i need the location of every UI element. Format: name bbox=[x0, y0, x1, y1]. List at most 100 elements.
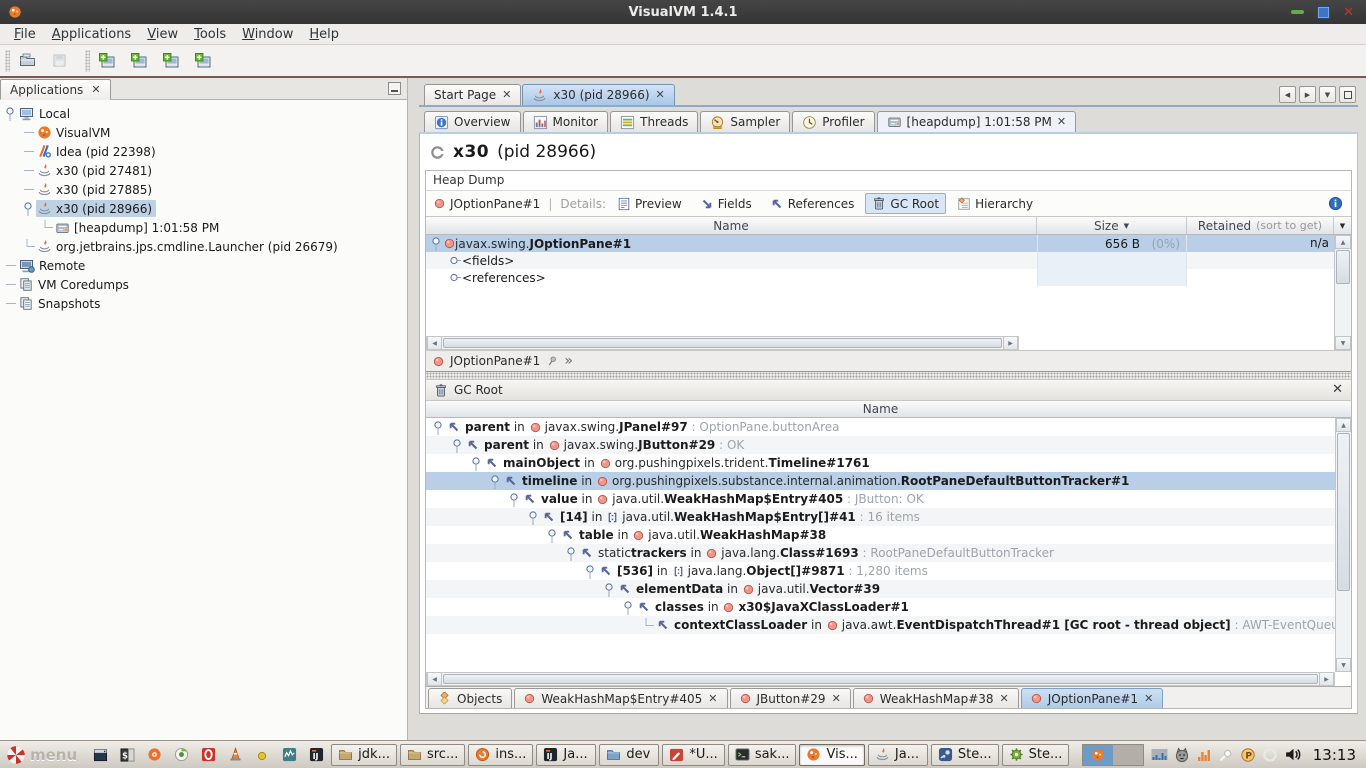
collapse-handle[interactable] bbox=[22, 201, 35, 216]
tree-row[interactable]: [heapdump] 1:01:58 PM bbox=[0, 218, 407, 237]
menu-tools[interactable]: Tools bbox=[186, 26, 234, 43]
scrollbar-track[interactable] bbox=[442, 337, 1003, 349]
taskbar-window-button[interactable]: *U... bbox=[662, 744, 724, 766]
collapse-handle[interactable] bbox=[565, 546, 578, 561]
vertical-scrollbar[interactable]: ▲▼ bbox=[1334, 235, 1351, 350]
tray-plug[interactable] bbox=[1218, 747, 1234, 763]
gc-tree-row[interactable]: parent in javax.swing.JPanel#97 : Option… bbox=[426, 418, 1335, 436]
maximize-view-button[interactable] bbox=[1339, 86, 1356, 103]
menu-help[interactable]: Help bbox=[301, 26, 347, 43]
view-tab-profiler[interactable]: Profiler bbox=[792, 111, 874, 132]
taskbar-window-button[interactable]: ins... bbox=[468, 744, 533, 766]
object-table-row[interactable]: <references> bbox=[426, 269, 1334, 286]
view-tab-monitor[interactable]: Monitor bbox=[523, 111, 609, 132]
tray-tray-chart[interactable] bbox=[1151, 747, 1168, 762]
close-gc-root-button[interactable]: ✕ bbox=[1332, 384, 1343, 396]
gc-tree-row[interactable]: timeline in org.pushingpixels.substance.… bbox=[426, 472, 1335, 490]
close-tab-icon[interactable]: ✕ bbox=[832, 694, 841, 704]
taskbar-window-button[interactable]: Ste... bbox=[1002, 744, 1070, 766]
tree-row[interactable]: Idea (pid 22398) bbox=[0, 142, 407, 161]
taskbar-window-button[interactable]: Ja... bbox=[868, 744, 928, 766]
tray-cat[interactable] bbox=[1174, 747, 1190, 763]
close-panel-icon[interactable]: ✕ bbox=[91, 85, 100, 95]
column-header-name[interactable]: Name bbox=[426, 217, 1037, 234]
close-tab-icon[interactable]: ✕ bbox=[1057, 117, 1066, 127]
taskbar-window-button[interactable]: Ste... bbox=[931, 744, 999, 766]
scroll-left-arrow[interactable]: ◀ bbox=[427, 337, 442, 349]
column-selector-button[interactable]: ▼ bbox=[1334, 217, 1351, 234]
menu-file[interactable]: File bbox=[6, 26, 44, 43]
launcher-opera[interactable] bbox=[196, 743, 220, 767]
tray-histogram[interactable] bbox=[1196, 747, 1212, 762]
preview-button[interactable]: Preview bbox=[610, 194, 689, 214]
collapse-handle[interactable] bbox=[527, 510, 540, 525]
gc-tree-row[interactable]: elementData in java.util.Vector#39 bbox=[426, 580, 1335, 598]
scroll-down-arrow[interactable]: ▼ bbox=[1335, 336, 1351, 350]
panel-splitter[interactable] bbox=[408, 78, 419, 740]
result-tab-joptionpane-1[interactable]: JOptionPane#1✕ bbox=[1021, 688, 1164, 708]
scroll-up-arrow[interactable]: ▲ bbox=[1336, 418, 1351, 432]
launcher-terminal-light[interactable]: $ bbox=[115, 743, 139, 767]
launcher-wave[interactable] bbox=[277, 743, 301, 767]
object-table-row[interactable]: <fields> bbox=[426, 252, 1334, 269]
horizontal-splitter[interactable] bbox=[426, 372, 1351, 380]
tree-item[interactable]: x30 (pid 27885) bbox=[36, 181, 156, 198]
tree-item[interactable]: x30 (pid 27481) bbox=[36, 162, 156, 179]
applications-panel-tab[interactable]: Applications ✕ bbox=[0, 79, 111, 100]
hierarchy-button[interactable]: Hierarchy bbox=[950, 194, 1040, 214]
gc-root-button[interactable]: GC Root bbox=[865, 193, 946, 214]
collapse-handle[interactable] bbox=[489, 474, 502, 489]
column-header-size[interactable]: Size▼ bbox=[1037, 217, 1187, 234]
collapse-handle[interactable] bbox=[584, 564, 597, 579]
tree-row[interactable]: Remote bbox=[0, 256, 407, 275]
taskbar-window-button[interactable]: IJJa... bbox=[536, 744, 596, 766]
minimize-window-button[interactable] bbox=[1291, 10, 1304, 14]
volume-icon[interactable] bbox=[1284, 746, 1303, 763]
launcher-dot[interactable] bbox=[250, 743, 274, 767]
view-tab-sampler[interactable]: Sampler bbox=[700, 111, 790, 132]
tab-list-button[interactable]: ▼ bbox=[1319, 86, 1336, 103]
collapse-handle[interactable] bbox=[4, 106, 17, 121]
tree-item[interactable]: x30 (pid 28966) bbox=[36, 200, 156, 217]
tray-ring-light[interactable] bbox=[1262, 747, 1278, 763]
view-tab--heapdump-1-01-58-pm[interactable]: [heapdump] 1:01:58 PM✕ bbox=[877, 111, 1077, 132]
info-button[interactable] bbox=[1328, 196, 1343, 211]
taskbar-window-button[interactable]: sak... bbox=[728, 744, 797, 766]
scroll-left-arrow[interactable]: ◀ bbox=[427, 673, 442, 685]
scroll-right-arrow[interactable]: ▶ bbox=[1319, 673, 1334, 685]
close-tab-icon[interactable]: ✕ bbox=[1000, 694, 1009, 704]
scrollbar-thumb[interactable] bbox=[443, 674, 1318, 684]
scroll-right-arrow[interactable]: ▶ bbox=[1003, 337, 1018, 349]
tray-coin[interactable]: P bbox=[1240, 747, 1256, 763]
view-tab-overview[interactable]: Overview bbox=[424, 111, 521, 132]
launcher-chrome[interactable] bbox=[169, 743, 193, 767]
gc-tree-row[interactable]: value in java.util.WeakHashMap$Entry#405… bbox=[426, 490, 1335, 508]
close-window-button[interactable]: ✕ bbox=[1343, 7, 1354, 18]
references-button[interactable]: References bbox=[763, 194, 862, 214]
result-tab-weakhashmap-entry-405[interactable]: WeakHashMap$Entry#405✕ bbox=[514, 688, 727, 708]
tree-item[interactable]: org.jetbrains.jps.cmdline.Launcher (pid … bbox=[36, 238, 342, 255]
collapse-handle[interactable] bbox=[430, 236, 443, 251]
close-tab-icon[interactable]: ✕ bbox=[708, 694, 717, 704]
add-app-snapshot-button[interactable] bbox=[190, 49, 216, 73]
gc-tree-row[interactable]: parent in javax.swing.JButton#29 : OK bbox=[426, 436, 1335, 454]
tree-item[interactable]: VisualVM bbox=[36, 124, 114, 141]
gc-tree-row[interactable]: classes in x30$JavaXClassLoader#1 bbox=[426, 598, 1335, 616]
add-jmx-connection-button[interactable] bbox=[126, 49, 152, 73]
minimize-panel-button[interactable] bbox=[388, 82, 401, 95]
collapse-handle[interactable] bbox=[451, 438, 464, 453]
tree-row[interactable]: x30 (pid 28966) bbox=[0, 199, 407, 218]
taskbar-window-button[interactable]: Vis... bbox=[799, 744, 864, 766]
result-tab-weakhashmap-38[interactable]: WeakHashMap#38✕ bbox=[853, 688, 1019, 708]
vertical-scrollbar[interactable]: ▲▼ bbox=[1335, 418, 1351, 672]
result-tab-jbutton-29[interactable]: JButton#29✕ bbox=[730, 688, 851, 708]
tree-row[interactable]: Snapshots bbox=[0, 294, 407, 313]
expand-handle[interactable] bbox=[448, 270, 461, 285]
tree-item[interactable]: Idea (pid 22398) bbox=[36, 143, 160, 160]
workspace-switcher[interactable] bbox=[1082, 744, 1144, 766]
close-tab-icon[interactable]: ✕ bbox=[656, 90, 665, 100]
scrollbar-track[interactable] bbox=[442, 673, 1319, 685]
column-header-name[interactable]: Name bbox=[426, 401, 1335, 417]
tree-row[interactable]: VM Coredumps bbox=[0, 275, 407, 294]
scrollbar-thumb[interactable] bbox=[1337, 433, 1350, 591]
